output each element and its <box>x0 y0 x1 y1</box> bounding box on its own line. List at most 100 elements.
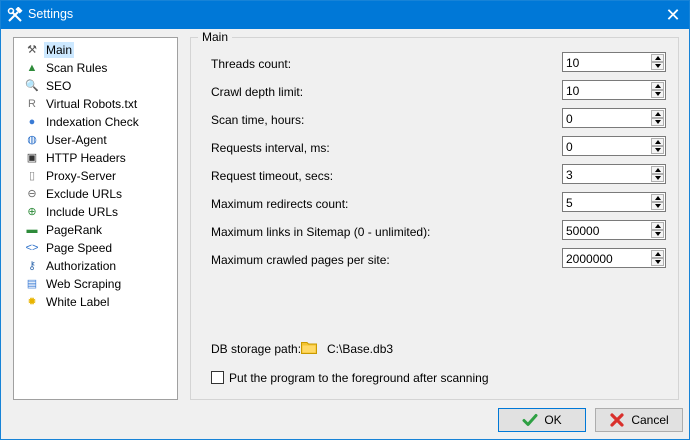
sidebar-item-web-scraping[interactable]: ▤ Web Scraping <box>24 275 174 292</box>
number-spinbox[interactable]: 3 <box>562 164 666 184</box>
spinbox-buttons <box>651 138 664 154</box>
field-label: Request timeout, secs: <box>211 169 334 183</box>
arrow-down-icon <box>655 260 661 264</box>
spinbox-buttons <box>651 110 664 126</box>
number-spinbox[interactable]: 0 <box>562 136 666 156</box>
spinbox-value[interactable]: 0 <box>566 112 573 126</box>
proxy-icon: ▯ <box>28 169 36 182</box>
number-spinbox[interactable]: 0 <box>562 108 666 128</box>
sidebar-item-label: Page Speed <box>46 240 113 255</box>
ok-button[interactable]: OK <box>498 408 586 432</box>
spin-up-button[interactable] <box>651 54 664 62</box>
spinbox-buttons <box>651 194 664 210</box>
sidebar-item-authorization[interactable]: ⚷ Authorization <box>24 257 174 274</box>
sidebar-item-label: Exclude URLs <box>46 186 123 201</box>
spin-down-button[interactable] <box>651 202 664 210</box>
field-label: Requests interval, ms: <box>211 141 330 155</box>
number-spinbox[interactable]: 50000 <box>562 220 666 240</box>
spin-up-button[interactable] <box>651 194 664 202</box>
exclude-link-icon: ⊖ <box>27 187 37 200</box>
foreground-checkbox[interactable] <box>211 371 224 384</box>
arrow-down-icon <box>655 232 661 236</box>
indexation-icon: ● <box>28 115 36 128</box>
sidebar-item-white-label[interactable]: ✹ White Label <box>24 293 174 310</box>
spinbox-value[interactable]: 50000 <box>566 224 599 238</box>
title-bar[interactable]: Settings ✕ <box>1 1 689 29</box>
arrow-up-icon <box>655 252 661 256</box>
settings-window: Settings ✕ ⚒ Main ▲ Scan Rules 🔍 SEO R Virtual … <box>0 0 690 440</box>
number-spinbox[interactable]: 2000000 <box>562 248 666 268</box>
robots-file-icon: R <box>28 97 36 110</box>
sidebar-item-label: PageRank <box>46 222 103 237</box>
spin-down-button[interactable] <box>651 258 664 266</box>
arrow-down-icon <box>655 92 661 96</box>
sidebar-item-include-urls[interactable]: ⊕ Include URLs <box>24 203 174 220</box>
spinbox-value[interactable]: 10 <box>566 84 579 98</box>
sidebar-item-page-speed[interactable]: <> Page Speed <box>24 239 174 256</box>
spin-down-button[interactable] <box>651 146 664 154</box>
checkmark-icon <box>522 414 538 426</box>
spinbox-value[interactable]: 0 <box>566 140 573 154</box>
field-label: Maximum redirects count: <box>211 197 349 211</box>
sidebar-item-label: Virtual Robots.txt <box>46 96 138 111</box>
close-button[interactable]: ✕ <box>663 5 683 25</box>
sidebar-item-seo[interactable]: 🔍 SEO <box>24 77 174 94</box>
key-icon: ⚷ <box>27 259 37 272</box>
spinbox-value[interactable]: 5 <box>566 196 573 210</box>
ok-button-label: OK <box>544 413 562 427</box>
sidebar-item-user-agent[interactable]: ◍ User-Agent <box>24 131 174 148</box>
field-label: Threads count: <box>211 57 292 71</box>
sidebar-item-label: Proxy-Server <box>46 168 117 183</box>
sidebar-item-http-headers[interactable]: ▣ HTTP Headers <box>24 149 174 166</box>
arrow-up-icon <box>655 196 661 200</box>
sidebar-item-virtual-robots-txt[interactable]: R Virtual Robots.txt <box>24 95 174 112</box>
sidebar-item-main[interactable]: ⚒ Main <box>24 41 174 58</box>
tools-icon: ⚒ <box>27 43 37 56</box>
spin-down-button[interactable] <box>651 230 664 238</box>
arrow-down-icon <box>655 64 661 68</box>
field-label: Maximum links in Sitemap (0 - unlimited)… <box>211 225 431 239</box>
arrow-up-icon <box>655 112 661 116</box>
folder-icon[interactable] <box>301 341 317 354</box>
sidebar-item-indexation-check[interactable]: ● Indexation Check <box>24 113 174 130</box>
spin-up-button[interactable] <box>651 250 664 258</box>
spinbox-value[interactable]: 2000000 <box>566 252 613 266</box>
sidebar-item-label: Include URLs <box>46 204 119 219</box>
arrow-up-icon <box>655 56 661 60</box>
spin-up-button[interactable] <box>651 110 664 118</box>
spinbox-buttons <box>651 250 664 266</box>
group-title: Main <box>198 30 233 44</box>
spin-up-button[interactable] <box>651 82 664 90</box>
arrow-down-icon <box>655 204 661 208</box>
foreground-checkbox-label[interactable]: Put the program to the foreground after … <box>229 371 489 385</box>
sidebar-item-pagerank[interactable]: ▬ PageRank <box>24 221 174 238</box>
spinbox-value[interactable]: 3 <box>566 168 573 182</box>
sidebar-item-scan-rules[interactable]: ▲ Scan Rules <box>24 59 174 76</box>
arrow-up-icon <box>655 140 661 144</box>
settings-nav-list[interactable]: ⚒ Main ▲ Scan Rules 🔍 SEO R Virtual Robots.txt ●… <box>13 37 178 400</box>
spin-down-button[interactable] <box>651 90 664 98</box>
spin-down-button[interactable] <box>651 62 664 70</box>
number-spinbox[interactable]: 10 <box>562 80 666 100</box>
spin-up-button[interactable] <box>651 166 664 174</box>
number-spinbox[interactable]: 5 <box>562 192 666 212</box>
sidebar-item-label: SEO <box>46 78 72 93</box>
cancel-button[interactable]: Cancel <box>595 408 683 432</box>
spin-up-button[interactable] <box>651 222 664 230</box>
sidebar-item-proxy-server[interactable]: ▯ Proxy-Server <box>24 167 174 184</box>
sun-icon: ✹ <box>27 295 37 308</box>
spin-down-button[interactable] <box>651 174 664 182</box>
field-label: Scan time, hours: <box>211 113 305 127</box>
number-spinbox[interactable]: 10 <box>562 52 666 72</box>
sidebar-item-exclude-urls[interactable]: ⊖ Exclude URLs <box>24 185 174 202</box>
field-label: Crawl depth limit: <box>211 85 304 99</box>
spinbox-buttons <box>651 166 664 182</box>
spinbox-value[interactable]: 10 <box>566 56 579 70</box>
spin-up-button[interactable] <box>651 138 664 146</box>
sidebar-item-label: Indexation Check <box>46 114 139 129</box>
seo-magnifier-icon: 🔍 <box>25 79 39 92</box>
sidebar-item-label: White Label <box>46 294 110 309</box>
spinbox-buttons <box>651 82 664 98</box>
close-icon: ✕ <box>665 5 681 25</box>
spin-down-button[interactable] <box>651 118 664 126</box>
